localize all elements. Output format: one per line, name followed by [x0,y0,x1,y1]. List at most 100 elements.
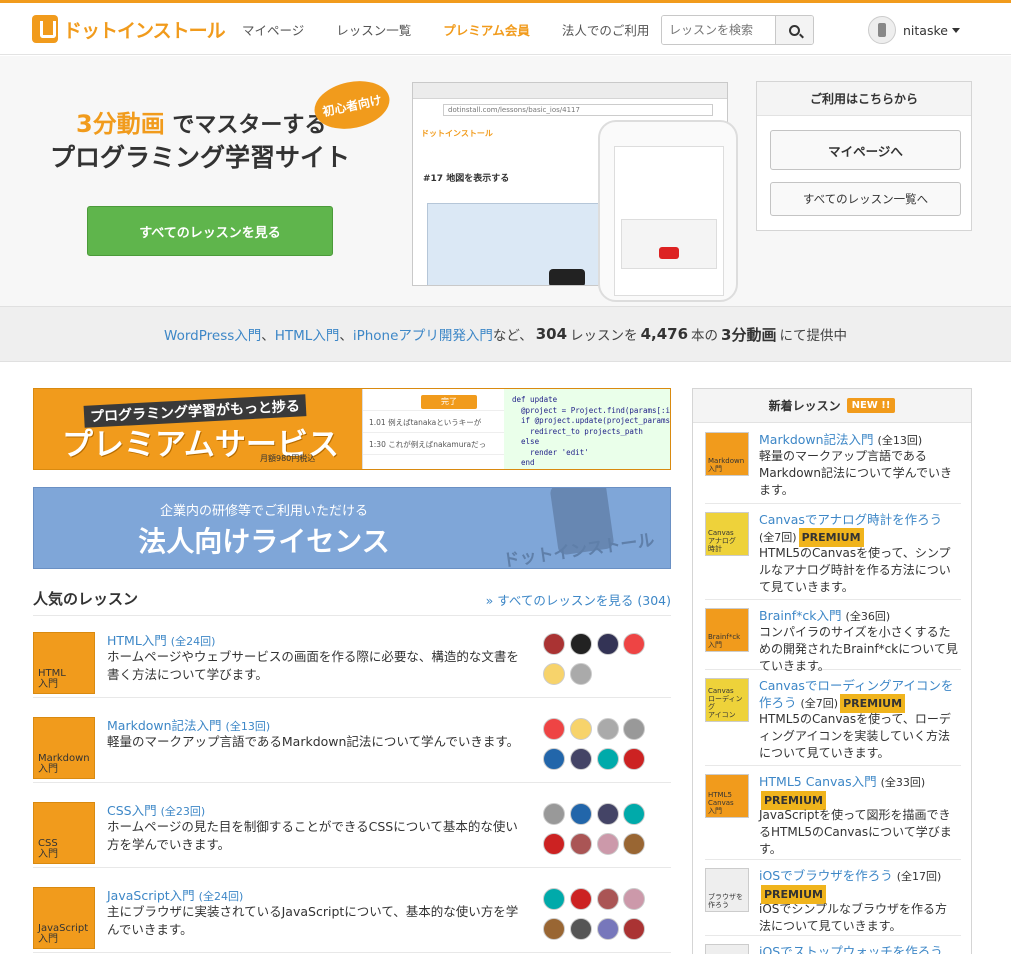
lesson-title[interactable]: Markdown記法入門 (全13回) [759,431,959,449]
new-lessons-box: 新着レッスン NEW !! Markdown 入門 Markdown記法入門 (全1… [692,388,972,954]
premium-price: 月額980円税込 [260,454,316,463]
hero-subtitle: プログラミング学習サイト [50,143,351,172]
lesson-description: 主にブラウザに実装されているJavaScriptについて、基本的な使い方を学んで… [107,904,519,937]
new-lesson-item: ブラウザを 作ろう iOSでブラウザを作ろう (全17回)PREMIUM iOSでシ… [705,860,961,936]
mypage-button[interactable]: マイページへ [770,130,961,170]
main-nav: マイページ レッスン一覧 プレミアム会員 法人でのご利用 [226,13,665,45]
avatar[interactable] [543,718,565,740]
lesson-thumbnail[interactable]: ストップ [705,944,749,954]
avatar[interactable] [569,663,592,685]
avatar[interactable] [596,833,619,855]
avatar[interactable] [543,663,565,685]
avatar[interactable] [596,918,619,940]
screenshot-logo: ドットインストール [421,128,493,138]
new-lesson-item: HTML5 Canvas 入門 HTML5 Canvas入門 (全33回)PREM… [705,766,961,860]
corp-title: 法人向けライセンス [138,525,390,558]
logo-icon [32,15,58,43]
lesson-thumbnail[interactable]: Brainf*ck 入門 [705,608,749,652]
lesson-title[interactable]: iOSでストップウォッチを作ろう (全 [759,943,959,954]
youtube-icon [659,247,679,259]
lesson-title[interactable]: Canvasでローディングアイコンを作ろう (全7回) PREMIUM [759,677,959,713]
new-lesson-item: Markdown 入門 Markdown記法入門 (全13回) 軽量のマークアップ言… [705,424,961,504]
popular-all-link[interactable]: » すべてのレッスンを見る (304) [486,590,671,609]
avatar[interactable] [569,888,592,910]
avatar[interactable] [596,718,619,740]
lesson-thumbnail[interactable]: Markdown 入門 [33,717,95,779]
lesson-description: 軽量のマークアップ言語であるMarkdown記法について学んでいきます。 [107,734,520,749]
popular-header: 人気のレッスン » すべてのレッスンを見る (304) [33,588,671,616]
lesson-thumbnail[interactable]: HTML 入門 [33,632,95,694]
site-logo[interactable]: ドットインストール [32,13,226,45]
search-icon [789,24,800,36]
avatar[interactable] [596,888,619,910]
lesson-thumbnail[interactable]: Markdown 入門 [705,432,749,476]
avatar[interactable] [569,748,592,770]
lesson-thumbnail[interactable]: ブラウザを 作ろう [705,868,749,912]
avatar[interactable] [543,633,565,655]
lesson-description: ホームページやウェブサービスの画面を作る際に必要な、構造的な文書を書く方法につい… [107,649,519,682]
avatar[interactable] [569,803,592,825]
lesson-title[interactable]: CSS入門 (全23回) [107,800,205,819]
header: ドットインストール マイページ レッスン一覧 プレミアム会員 法人でのご利用 n… [0,3,1011,55]
avatar[interactable] [543,748,565,770]
lesson-thumbnail[interactable]: Canvas ローディング アイコン [705,678,749,722]
new-lesson-item: Brainf*ck 入門 Brainf*ck入門 (全36回) コンパイラのサイズを… [705,600,961,673]
wordpress-link[interactable]: WordPress入門 [164,324,261,344]
see-all-lessons-button[interactable]: すべてのレッスンを見る [87,206,333,256]
lesson-description: ホームページの見た目を制御することができるCSSについて基本的な使い方を学んでい… [107,819,518,852]
avatar[interactable] [623,833,646,855]
lesson-item: Markdown 入門 Markdown記法入門 (全13回) 軽量のマークアップ言… [33,707,671,783]
new-lesson-item: Canvas アナログ 時計 Canvasでアナログ時計を作ろう (全7回) PRE… [705,504,961,600]
lesson-title[interactable]: iOSでブラウザを作ろう (全17回)PREMIUM [759,867,959,904]
avatar[interactable] [596,803,619,825]
avatar[interactable] [569,918,592,940]
avatar[interactable] [623,888,646,910]
lesson-description: HTML5のCanvasを使って、ローディングアイコンを実装していく方法について… [759,712,951,760]
lesson-title[interactable]: HTML5 Canvas入門 (全33回)PREMIUM [759,773,959,810]
lesson-title[interactable]: Canvasでアナログ時計を作ろう (全7回) PREMIUM [759,511,959,547]
avatar[interactable] [543,803,565,825]
html-link[interactable]: HTML入門 [275,324,340,344]
lesson-title[interactable]: Brainf*ck入門 (全36回) [759,607,959,625]
search-input[interactable] [662,16,775,44]
lesson-thumbnail[interactable]: HTML5 Canvas 入門 [705,774,749,818]
avatar[interactable] [543,888,565,910]
lesson-title[interactable]: JavaScript入門 (全24回) [107,885,243,904]
avatar[interactable] [623,718,646,740]
nav-mypage[interactable]: マイページ [242,20,304,39]
search-button[interactable] [775,16,813,44]
avatar[interactable] [543,918,565,940]
corporate-license-banner[interactable]: ドットインストール 企業内の研修等でご利用いただける 法人向けライセンス [33,487,671,569]
lesson-title[interactable]: Markdown記法入門 (全13回) [107,715,270,734]
avatar[interactable] [569,633,592,655]
hero-headline: 3分動画 でマスターする [76,110,327,138]
avatar[interactable] [623,633,646,655]
avatar[interactable] [569,833,592,855]
popular-title: 人気のレッスン [33,590,139,608]
lesson-title[interactable]: HTML入門 (全24回) [107,630,215,649]
nav-business[interactable]: 法人でのご利用 [562,20,650,39]
nav-lessons[interactable]: レッスン一覧 [336,20,411,39]
premium-code: def update @project = Project.find(param… [504,389,670,469]
avatar[interactable] [569,718,592,740]
avatar[interactable] [623,803,646,825]
nav-premium[interactable]: プレミアム会員 [443,20,530,39]
lesson-description: 軽量のマークアップ言語であるMarkdown記法について学んでいきます。 [759,449,953,497]
lesson-thumbnail[interactable]: JavaScript 入門 [33,887,95,949]
avatar[interactable] [543,833,565,855]
all-lessons-button[interactable]: すべてのレッスン一覧へ [770,182,961,216]
iphone-link[interactable]: iPhoneアプリ開発入門 [353,324,493,344]
lesson-thumbnail[interactable]: Canvas アナログ 時計 [705,512,749,556]
avatar[interactable] [623,918,646,940]
quick-access-title: ご利用はこちらから [757,82,971,116]
lesson-item: JavaScript 入門 JavaScript入門 (全24回) 主にブラウザに実… [33,877,671,953]
learner-avatars [543,884,663,944]
avatar[interactable] [596,748,619,770]
avatar[interactable] [623,748,646,770]
avatar[interactable] [596,633,619,655]
premium-banner[interactable]: プログラミング学習がもっと捗る プレミアムサービス 月額980円税込 完了 1.… [33,388,671,470]
user-menu[interactable]: nitaske [868,16,960,44]
lesson-thumbnail[interactable]: CSS 入門 [33,802,95,864]
lesson-item: CSS 入門 CSS入門 (全23回) ホームページの見た目を制御することができるC… [33,792,671,868]
corp-tagline: 企業内の研修等でご利用いただける [159,504,368,519]
